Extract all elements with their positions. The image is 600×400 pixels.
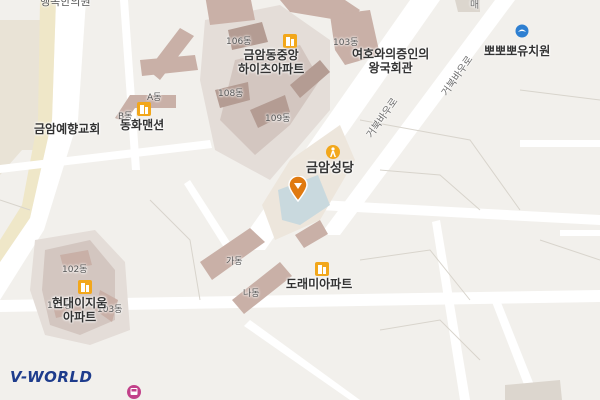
building-label-108: 108동 bbox=[218, 89, 244, 99]
hyundai-apartment-label[interactable]: 현대이지움 아파트 bbox=[52, 296, 107, 325]
cathedral-label[interactable]: 금암성당 bbox=[306, 161, 354, 177]
bus-stop-icon[interactable] bbox=[127, 385, 141, 399]
building-icon[interactable] bbox=[137, 102, 151, 116]
building-label-109: 109동 bbox=[265, 114, 291, 124]
top-cut-label: 행복한의원 bbox=[40, 0, 91, 8]
mansion-label[interactable]: 동화맨션 bbox=[120, 118, 164, 133]
road-east bbox=[320, 200, 600, 225]
dorami-apartment-label[interactable]: 도래미아파트 bbox=[286, 277, 352, 292]
vworld-logo: V-WORLD bbox=[10, 368, 93, 386]
road-label-top: 매 bbox=[470, 0, 480, 11]
church-label[interactable]: 금암예향교회 bbox=[34, 122, 100, 137]
building-icon[interactable] bbox=[78, 280, 92, 294]
kindergarten-icon[interactable] bbox=[515, 24, 529, 38]
building-icon[interactable] bbox=[283, 34, 297, 48]
heights-apartment-label[interactable]: 금암동중앙 하이츠아파트 bbox=[238, 48, 304, 77]
building-label-na: 나동 bbox=[243, 289, 260, 299]
kindergarten-label[interactable]: 뽀뽀뽀유치원 bbox=[484, 44, 550, 59]
building-icon[interactable] bbox=[315, 262, 329, 276]
location-marker-icon[interactable] bbox=[288, 176, 308, 202]
map-view[interactable]: 행복한의원 뽀뽀뽀유치원 여호와의증인의 왕국회관 금암동중앙 하이츠아파트 1… bbox=[0, 0, 600, 400]
kingdom-hall-label[interactable]: 여호와의증인의 왕국회관 bbox=[352, 47, 429, 76]
church-icon[interactable] bbox=[326, 145, 340, 159]
building-label-ga: 가동 bbox=[226, 257, 243, 267]
building-label-106: 106동 bbox=[226, 37, 252, 47]
building-label-103: 103동 bbox=[333, 38, 359, 48]
building-label-102: 102동 bbox=[62, 265, 88, 275]
